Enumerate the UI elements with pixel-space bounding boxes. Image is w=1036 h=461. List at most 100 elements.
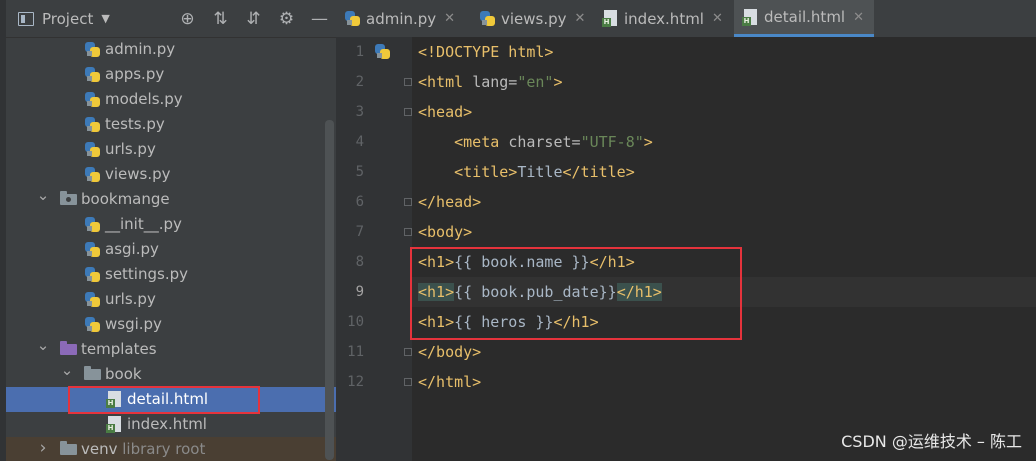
tree-item[interactable]: urls.py bbox=[6, 287, 336, 312]
tree-item[interactable]: ⌄ book bbox=[6, 361, 336, 387]
tree-item[interactable]: models.py bbox=[6, 87, 336, 112]
close-icon[interactable]: ✕ bbox=[575, 11, 586, 26]
tree-item[interactable]: __init__.py bbox=[6, 212, 336, 237]
tree-item[interactable]: wsgi.py bbox=[6, 312, 336, 337]
python-file-icon bbox=[84, 116, 100, 133]
watermark: CSDN @运维技术 – 陈工 bbox=[841, 432, 1022, 451]
collapse-all-icon[interactable]: ⇵ bbox=[237, 9, 270, 29]
code-line: <!DOCTYPE html> bbox=[418, 37, 553, 67]
line-number: 11 bbox=[347, 344, 364, 360]
tree-item-label: templates bbox=[81, 340, 157, 358]
code-token: </title> bbox=[562, 163, 635, 181]
fold-marker-icon[interactable] bbox=[404, 198, 412, 206]
expand-all-icon[interactable]: ⇅ bbox=[204, 9, 237, 29]
tree-item-label: models.py bbox=[105, 90, 183, 108]
tree-item[interactable]: › venv library root bbox=[6, 437, 336, 461]
code-token: <meta bbox=[454, 133, 509, 151]
tree-item-label: apps.py bbox=[105, 65, 165, 83]
package-folder-icon bbox=[60, 191, 77, 205]
editor-tab-label: index.html bbox=[624, 9, 704, 28]
html-file-icon: H bbox=[106, 416, 122, 433]
code-token: <body> bbox=[418, 223, 473, 241]
tree-item-label: tests.py bbox=[105, 115, 165, 133]
code-token: <title> bbox=[454, 163, 518, 181]
chevron-right-icon[interactable]: › bbox=[36, 436, 50, 461]
tree-item[interactable]: admin.py bbox=[6, 37, 336, 62]
python-file-icon bbox=[84, 316, 100, 333]
project-panel: Project ▼ ⊕ ⇅ ⇵ ⚙ — admin.py apps.py model… bbox=[0, 0, 336, 461]
fold-marker-icon[interactable] bbox=[404, 348, 412, 356]
fold-marker-icon[interactable] bbox=[404, 228, 412, 236]
code-token: charset= bbox=[508, 133, 581, 151]
line-number: 1 bbox=[355, 44, 364, 60]
html-file-icon: H bbox=[742, 8, 758, 26]
tree-item[interactable]: views.py bbox=[6, 162, 336, 187]
scrollbar[interactable] bbox=[325, 120, 334, 460]
code-token: <head> bbox=[418, 103, 473, 121]
python-file-icon bbox=[84, 66, 100, 83]
code-token: </head> bbox=[418, 193, 482, 211]
chevron-down-icon[interactable]: ⌄ bbox=[60, 358, 74, 383]
python-file-icon bbox=[479, 10, 495, 27]
code-line: </html> bbox=[418, 367, 481, 397]
project-toolbar: Project ▼ ⊕ ⇅ ⇵ ⚙ — bbox=[6, 0, 336, 38]
editor-tab[interactable]: views.py ✕ bbox=[471, 0, 591, 37]
code-line: <html lang="en"> bbox=[418, 67, 563, 97]
crosshair-icon[interactable]: ⊕ bbox=[171, 9, 204, 29]
code-token: "en" bbox=[517, 73, 554, 91]
tree-item-label: bookmange bbox=[81, 190, 170, 208]
line-number: 6 bbox=[355, 194, 364, 210]
templates-folder-icon bbox=[60, 341, 77, 355]
project-icon bbox=[18, 11, 34, 26]
annotation-box-code bbox=[410, 247, 742, 340]
python-file-icon bbox=[84, 266, 100, 283]
editor-tab[interactable]: admin.py ✕ bbox=[336, 0, 466, 37]
editor-tab-label: views.py bbox=[501, 9, 567, 28]
code-token: </body> bbox=[418, 343, 482, 361]
code-line: <title>Title</title> bbox=[418, 157, 635, 187]
tree-item-label: __init__.py bbox=[105, 215, 182, 233]
tree-item[interactable]: ⌄ templates bbox=[6, 336, 336, 362]
line-number: 10 bbox=[347, 314, 364, 330]
python-file-icon bbox=[84, 291, 100, 308]
line-number: 12 bbox=[347, 374, 364, 390]
python-file-icon bbox=[344, 10, 360, 27]
python-file-icon bbox=[84, 216, 100, 233]
tree-item[interactable]: ⌄ bookmange bbox=[6, 186, 336, 212]
annotation-box-selected-file bbox=[68, 386, 260, 414]
tree-item[interactable]: urls.py bbox=[6, 137, 336, 162]
chevron-down-icon[interactable]: ⌄ bbox=[36, 183, 50, 208]
tree-item-label: urls.py bbox=[105, 140, 156, 158]
line-number: 2 bbox=[355, 74, 364, 90]
line-number: 9 bbox=[355, 284, 364, 300]
project-title[interactable]: Project bbox=[42, 10, 93, 28]
chevron-down-icon[interactable]: ▼ bbox=[101, 12, 109, 25]
folder-icon bbox=[84, 366, 101, 380]
python-gutter-icon bbox=[374, 43, 390, 60]
gear-icon[interactable]: ⚙ bbox=[270, 9, 303, 29]
fold-marker-icon[interactable] bbox=[404, 78, 412, 86]
close-icon[interactable]: ✕ bbox=[444, 11, 455, 26]
chevron-down-icon[interactable]: ⌄ bbox=[36, 333, 50, 358]
tree-item[interactable]: settings.py bbox=[6, 262, 336, 287]
fold-marker-icon[interactable] bbox=[404, 108, 412, 116]
line-number: 4 bbox=[355, 134, 364, 150]
editor-tab[interactable]: Hindex.html ✕ bbox=[594, 0, 730, 37]
tree-item[interactable]: asgi.py bbox=[6, 237, 336, 262]
tree-item[interactable]: Hindex.html bbox=[6, 412, 336, 437]
line-number: 5 bbox=[355, 164, 364, 180]
python-file-icon bbox=[84, 91, 100, 108]
python-file-icon bbox=[84, 166, 100, 183]
line-number: 8 bbox=[355, 254, 364, 270]
tree-item[interactable]: tests.py bbox=[6, 112, 336, 137]
editor-tab[interactable]: Hdetail.html ✕ bbox=[734, 0, 874, 37]
minimize-icon[interactable]: — bbox=[303, 9, 336, 29]
close-icon[interactable]: ✕ bbox=[853, 10, 864, 25]
fold-marker-icon[interactable] bbox=[404, 378, 412, 386]
folder-icon bbox=[60, 441, 77, 455]
close-icon[interactable]: ✕ bbox=[712, 11, 723, 26]
tree-item[interactable]: apps.py bbox=[6, 62, 336, 87]
code-line: </body> bbox=[418, 337, 481, 367]
